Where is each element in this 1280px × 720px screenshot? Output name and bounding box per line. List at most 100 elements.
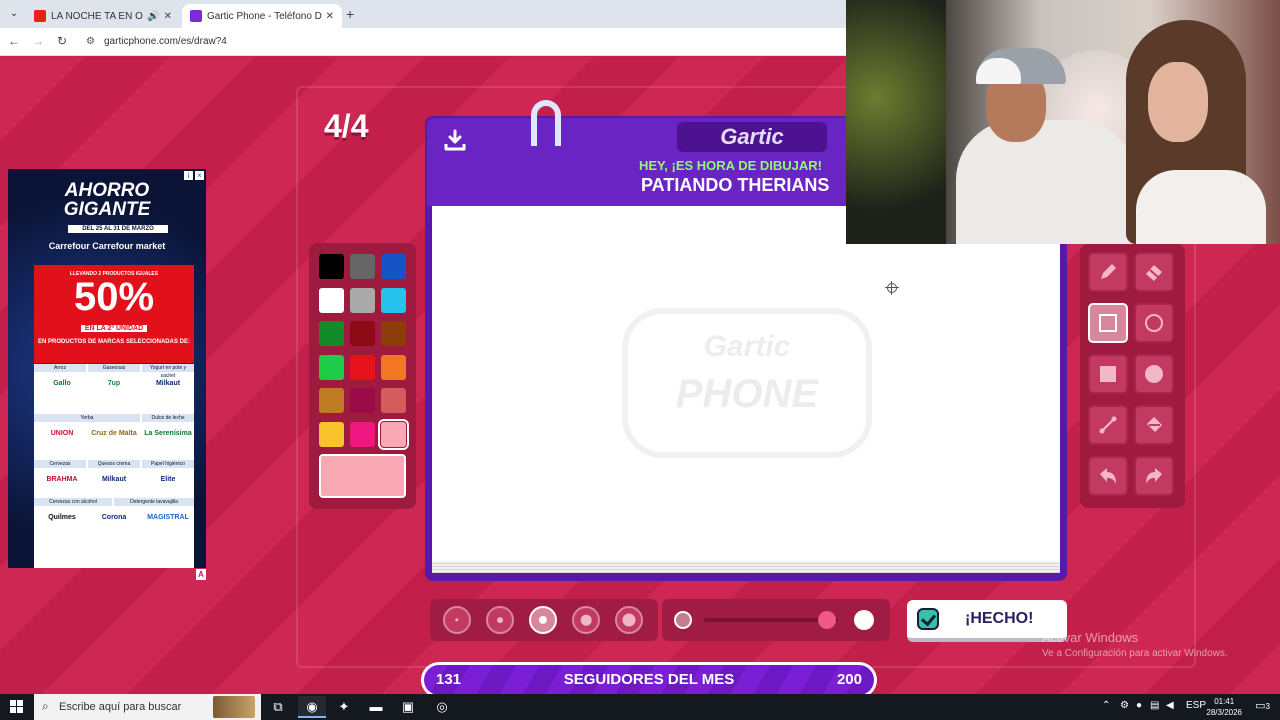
rectangle-filled-icon — [1100, 366, 1116, 382]
tab-close-icon[interactable]: ✕ — [326, 11, 334, 22]
speaker-icon[interactable]: 🔊 — [147, 11, 159, 22]
back-icon[interactable]: ← — [6, 34, 22, 48]
tray-app-icon[interactable]: ⚙ — [1120, 700, 1129, 711]
rectangle-outline-tool[interactable] — [1088, 303, 1128, 343]
ad-choices-badge[interactable]: A — [196, 569, 206, 580]
color-swatch[interactable] — [381, 254, 406, 279]
store-icon[interactable]: ▣ — [394, 696, 422, 718]
line-tool[interactable] — [1088, 405, 1128, 445]
followers-goal-fill: SEGUIDORES DEL MES 131 200 — [424, 665, 874, 695]
color-swatch[interactable] — [319, 388, 344, 413]
reload-icon[interactable]: ↻ — [54, 34, 70, 48]
brush-size-selector — [430, 599, 658, 641]
color-swatch[interactable] — [319, 321, 344, 346]
site-info-icon[interactable]: ⚙ — [86, 36, 95, 47]
color-swatch[interactable] — [319, 287, 344, 313]
tab-youtube[interactable]: LA NOCHE TA EN OKT* - Tú 🔊 ✕ — [26, 4, 180, 28]
eraser-tool[interactable] — [1134, 252, 1174, 292]
tab-close-icon[interactable]: ✕ — [164, 11, 172, 22]
tab-gartic-phone[interactable]: Gartic Phone - Teléfono Descon ✕ — [182, 4, 342, 28]
rectangle-outline-icon — [1099, 314, 1117, 332]
color-swatch[interactable] — [350, 388, 375, 413]
opacity-slider[interactable] — [662, 599, 890, 641]
undo-icon — [1100, 468, 1116, 484]
color-swatch[interactable] — [319, 354, 344, 380]
ad-logo: 7up — [107, 380, 121, 387]
ad-title: AHORRO GIGANTE — [8, 181, 206, 219]
language-indicator[interactable]: ESP — [1186, 700, 1206, 711]
color-swatch[interactable] — [381, 287, 406, 313]
color-swatch[interactable] — [350, 287, 375, 313]
color-swatch[interactable] — [381, 388, 406, 413]
ad-title-line1: AHORRO — [64, 180, 150, 201]
taskbar-clock[interactable]: 01:41 28/3/2026 — [1206, 696, 1242, 718]
forward-icon[interactable]: → — [30, 34, 46, 48]
windows-start-icon[interactable] — [10, 700, 24, 714]
color-swatch[interactable] — [381, 321, 406, 346]
color-swatch[interactable] — [381, 354, 406, 380]
clock-date: 28/3/2026 — [1206, 708, 1242, 717]
opacity-knob[interactable] — [818, 611, 837, 629]
color-swatch[interactable] — [350, 421, 375, 447]
brush-size-dot — [622, 613, 636, 627]
brush-size-dot — [497, 617, 503, 623]
redo-tool[interactable] — [1134, 456, 1174, 496]
task-view-icon[interactable]: ⧉ — [264, 696, 292, 718]
pencil-tool[interactable] — [1088, 252, 1128, 292]
brush-size-button[interactable] — [443, 606, 471, 634]
face — [1148, 62, 1208, 142]
color-swatch[interactable] — [350, 254, 375, 279]
prompt-heading: HEY, ¡ES HORA DE DIBUJAR! — [639, 158, 822, 173]
bucket-tool[interactable] — [1134, 405, 1174, 445]
followers-goal: 200 — [836, 671, 862, 688]
color-swatch[interactable] — [319, 421, 344, 447]
url-text[interactable]: garticphone.com/es/draw?4 — [104, 36, 227, 47]
ellipse-outline-tool[interactable] — [1134, 303, 1174, 343]
new-tab-button[interactable]: + — [346, 6, 354, 22]
ad-logo: Cruz de Malta — [91, 430, 137, 437]
watermark-top: Gartic — [703, 330, 791, 363]
ad-close-icon[interactable]: × — [195, 171, 204, 180]
ad-promo-sub: EN LA 2ª UNIDAD — [80, 325, 148, 332]
taskbar-search[interactable]: ⌕ Escribe aquí para buscar — [34, 694, 261, 720]
brush-size-button[interactable] — [529, 606, 557, 634]
brush-size-dot — [580, 614, 592, 626]
volume-icon[interactable]: ◀ — [1166, 700, 1174, 711]
ad-category: Cervezas con alcohol — [34, 498, 112, 506]
drawing-canvas[interactable]: Gartic PHONE — [432, 206, 1060, 561]
ad-logo: Elite — [160, 476, 176, 483]
microphone-icon[interactable]: ● — [1136, 700, 1142, 711]
undo-tool[interactable] — [1088, 456, 1128, 496]
ad-brands: Carrefour Carrefour market — [48, 241, 166, 251]
ellipse-filled-tool[interactable] — [1134, 354, 1174, 394]
brush-size-button[interactable] — [486, 606, 514, 634]
color-swatch[interactable] — [378, 418, 409, 450]
ad-logo: BRAHMA — [46, 476, 78, 483]
color-swatch[interactable] — [350, 354, 375, 380]
ad-logo: La Serenísima — [144, 430, 192, 437]
tools-panel — [1080, 244, 1185, 508]
tab-search-icon[interactable]: ⌄ — [6, 6, 22, 22]
ad-info-icon[interactable]: i — [184, 171, 193, 180]
followers-current: 131 — [436, 671, 462, 688]
tray-chevron-icon[interactable]: ⌃ — [1102, 700, 1110, 711]
brush-size-button[interactable] — [572, 606, 600, 634]
network-icon[interactable]: ▤ — [1150, 700, 1159, 711]
ad-promo: LLEVANDO 2 PRODUCTOS IGUALES 50% EN LA 2… — [34, 265, 194, 363]
obs-icon[interactable]: ◎ — [428, 696, 456, 718]
search-icon: ⌕ — [42, 699, 49, 713]
rectangle-filled-tool[interactable] — [1088, 354, 1128, 394]
file-explorer-icon[interactable]: ▬ — [362, 696, 390, 718]
windows-taskbar: ⌕ Escribe aquí para buscar ⧉ ◉ ✦ ▬ ▣ ◎ ⌃… — [0, 694, 1280, 720]
advertisement[interactable]: i × AHORRO GIGANTE DEL 25 AL 31 DE MARZO… — [8, 169, 206, 568]
color-swatch[interactable] — [350, 321, 375, 346]
notifications-icon[interactable]: ▭3 — [1255, 699, 1270, 712]
color-swatch[interactable] — [319, 254, 344, 279]
color-palette — [309, 243, 416, 509]
copilot-icon[interactable]: ✦ — [330, 696, 358, 718]
download-icon[interactable] — [443, 128, 467, 152]
chrome-icon[interactable]: ◉ — [298, 696, 326, 718]
brush-size-button[interactable] — [615, 606, 643, 634]
youtube-favicon-icon — [34, 10, 46, 22]
ad-category: Yogurt en pote y sachet — [142, 364, 194, 379]
